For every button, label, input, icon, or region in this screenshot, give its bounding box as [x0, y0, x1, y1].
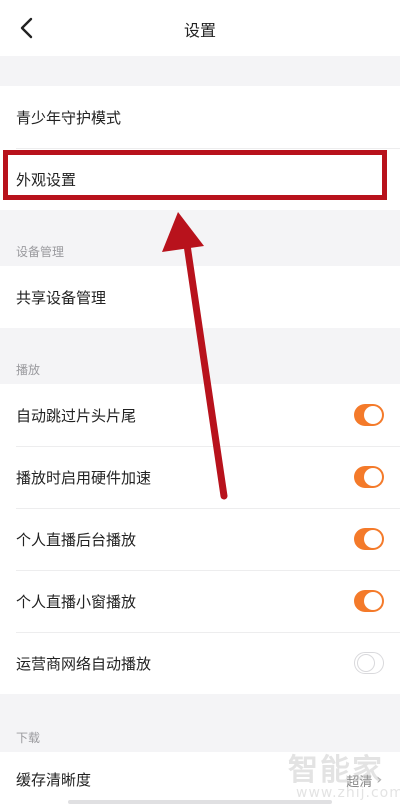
- setting-skip-intro[interactable]: 自动跳过片头片尾: [0, 384, 400, 446]
- playback-settings-group: 自动跳过片头片尾 播放时启用硬件加速 个人直播后台播放 个人直播小窗播放 运营商…: [0, 384, 400, 694]
- general-settings-group: 青少年守护模式 外观设置: [0, 86, 400, 210]
- toggle-switch[interactable]: [354, 652, 384, 674]
- toggle-knob: [364, 406, 382, 424]
- page-title: 设置: [183, 21, 216, 40]
- toggle-switch[interactable]: [354, 590, 384, 612]
- setting-live-pip[interactable]: 个人直播小窗播放: [0, 570, 400, 632]
- watermark-url: www.zhij.com: [296, 785, 400, 801]
- toggle-knob: [364, 468, 382, 486]
- top-bar: 设置: [0, 0, 400, 56]
- toggle-switch[interactable]: [354, 466, 384, 488]
- toggle-knob: [357, 654, 375, 672]
- setting-label: 播放时启用硬件加速: [16, 468, 152, 487]
- setting-label: 缓存清晰度: [16, 771, 92, 789]
- setting-label: 个人直播小窗播放: [16, 592, 137, 611]
- toggle-switch[interactable]: [354, 528, 384, 550]
- setting-appearance[interactable]: 外观设置: [0, 148, 400, 210]
- setting-label: 青少年守护模式: [16, 108, 122, 127]
- watermark-logo: 智能家 www.zhij.com: [288, 745, 400, 805]
- home-indicator: [68, 800, 332, 804]
- setting-label: 个人直播后台播放: [16, 530, 137, 549]
- toggle-knob: [364, 530, 382, 548]
- section-header-device: 设备管理: [16, 245, 65, 259]
- setting-label: 自动跳过片头片尾: [16, 406, 137, 425]
- setting-label: 运营商网络自动播放: [16, 654, 152, 673]
- setting-hw-accel[interactable]: 播放时启用硬件加速: [0, 446, 400, 508]
- setting-teen-mode[interactable]: 青少年守护模式: [0, 86, 400, 148]
- device-settings-group: 共享设备管理: [0, 266, 400, 328]
- section-header-playback: 播放: [16, 363, 41, 377]
- setting-live-background[interactable]: 个人直播后台播放: [0, 508, 400, 570]
- section-header-download: 下载: [16, 731, 41, 745]
- setting-label: 共享设备管理: [16, 288, 107, 307]
- watermark-brand: 智能家: [288, 753, 384, 788]
- setting-cellular-autoplay[interactable]: 运营商网络自动播放: [0, 632, 400, 694]
- setting-shared-devices[interactable]: 共享设备管理: [0, 266, 400, 328]
- toggle-knob: [364, 592, 382, 610]
- toggle-switch[interactable]: [354, 404, 384, 426]
- setting-label: 外观设置: [16, 170, 77, 189]
